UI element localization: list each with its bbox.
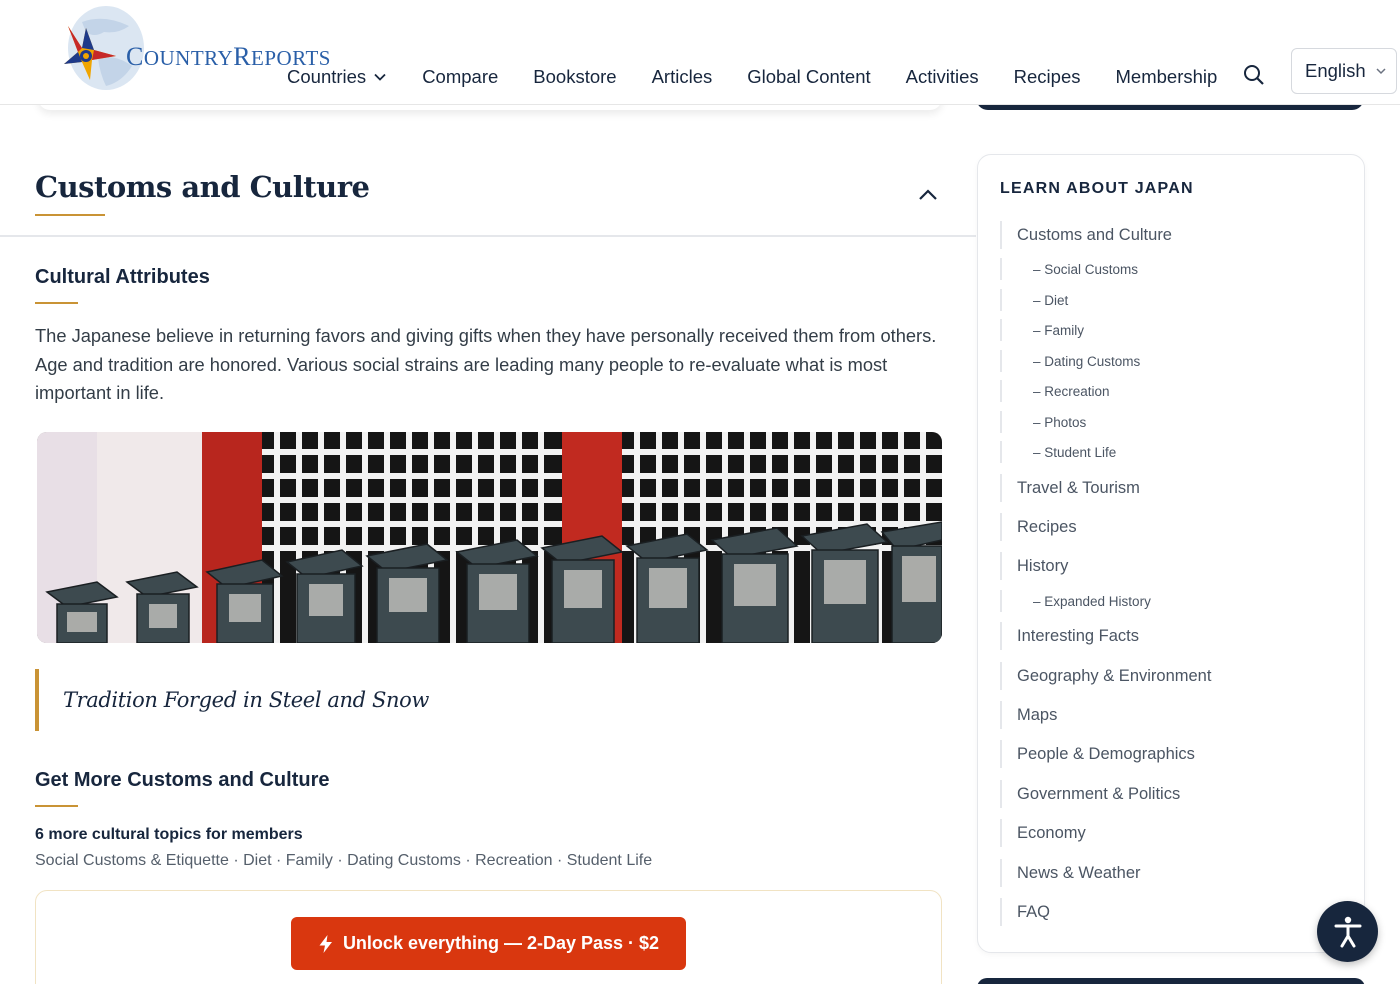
main-nav: Countries Compare Bookstore Articles Glo…	[287, 66, 1252, 88]
sidebar-heading: LEARN ABOUT JAPAN	[1000, 180, 1194, 197]
sidebar-item-news-weather[interactable]: News & Weather	[1000, 859, 1141, 887]
next-sidebar-card-top	[977, 978, 1365, 984]
sidebar-item-dating-customs[interactable]: – Dating Customs	[1000, 350, 1140, 372]
members-topics-list: Social Customs & Etiquette · Diet · Fami…	[35, 852, 653, 869]
sidebar-item-geography-environment[interactable]: Geography & Environment	[1000, 662, 1211, 690]
language-select[interactable]: English	[1291, 48, 1397, 94]
sidebar-item-student-life[interactable]: – Student Life	[1000, 441, 1116, 463]
nav-countries[interactable]: Countries	[287, 66, 387, 88]
cultural-attributes-text: The Japanese believe in returning favors…	[35, 325, 937, 403]
chevron-up-icon	[919, 189, 937, 200]
subsection-underline	[35, 302, 78, 304]
sidebar-item-history[interactable]: History	[1000, 552, 1068, 580]
sidebar-item-expanded-history[interactable]: – Expanded History	[1000, 590, 1151, 612]
pull-quote-text: Tradition Forged in Steel and Snow	[63, 688, 429, 712]
sidebar-item-government-politics[interactable]: Government & Politics	[1000, 780, 1180, 808]
collapse-section-button[interactable]	[916, 183, 940, 207]
get-more-title: Get More Customs and Culture	[35, 769, 330, 791]
nav-compare[interactable]: Compare	[422, 66, 498, 88]
sidebar-item-customs-and-culture[interactable]: Customs and Culture	[1000, 221, 1172, 249]
lanterns-photo	[37, 432, 942, 643]
subsection-title: Cultural Attributes	[35, 266, 210, 288]
nav-membership[interactable]: Membership	[1116, 66, 1218, 88]
search-button[interactable]	[1242, 63, 1266, 87]
site-header: COUNTRYREPORTS Countries Compare Booksto…	[0, 0, 1400, 105]
chevron-down-icon	[374, 73, 386, 81]
nav-global-content[interactable]: Global Content	[747, 66, 870, 88]
pull-quote: Tradition Forged in Steel and Snow	[35, 669, 940, 731]
nav-bookstore[interactable]: Bookstore	[533, 66, 616, 88]
sidebar-item-recreation[interactable]: – Recreation	[1000, 380, 1110, 402]
nav-countries-label: Countries	[287, 66, 367, 87]
section-divider	[0, 235, 976, 237]
country-reports-logo[interactable]: COUNTRYREPORTS	[34, 4, 330, 96]
unlock-pass-label: Unlock everything — 2-Day Pass · $2	[342, 933, 660, 953]
nav-articles[interactable]: Articles	[652, 66, 713, 88]
title-underline	[35, 214, 105, 216]
sidebar-item-family[interactable]: – Family	[1000, 319, 1084, 341]
sidebar-item-interesting-facts[interactable]: Interesting Facts	[1000, 622, 1139, 650]
sidebar-item-photos[interactable]: – Photos	[1000, 411, 1086, 433]
sidebar-item-recipes[interactable]: Recipes	[1000, 513, 1077, 541]
get-more-underline	[35, 805, 78, 807]
language-label: English	[1305, 60, 1366, 81]
accessibility-button[interactable]	[1317, 901, 1378, 962]
members-topics-heading: 6 more cultural topics for members	[35, 826, 303, 843]
sidebar-item-travel-tourism[interactable]: Travel & Tourism	[1000, 474, 1140, 502]
sidebar-item-people-demographics[interactable]: People & Demographics	[1000, 740, 1195, 768]
nav-recipes[interactable]: Recipes	[1014, 66, 1081, 88]
chevron-down-icon	[1376, 68, 1386, 75]
sidebar-item-diet[interactable]: – Diet	[1000, 289, 1068, 311]
nav-activities[interactable]: Activities	[906, 66, 979, 88]
sidebar-item-economy[interactable]: Economy	[1000, 819, 1086, 847]
unlock-pass-button[interactable]: Unlock everything — 2-Day Pass · $2	[291, 917, 686, 970]
accessibility-icon	[1334, 916, 1361, 947]
section-title: Customs and Culture	[35, 170, 370, 204]
sidebar-item-social-customs[interactable]: – Social Customs	[1000, 258, 1138, 280]
lanterns-image	[37, 432, 942, 643]
learn-about-sidebar: LEARN ABOUT JAPAN Customs and Culture – …	[977, 154, 1365, 953]
search-icon	[1244, 65, 1264, 85]
bolt-icon	[319, 934, 332, 953]
sidebar-item-maps[interactable]: Maps	[1000, 701, 1057, 729]
sidebar-item-faq[interactable]: FAQ	[1000, 898, 1050, 926]
